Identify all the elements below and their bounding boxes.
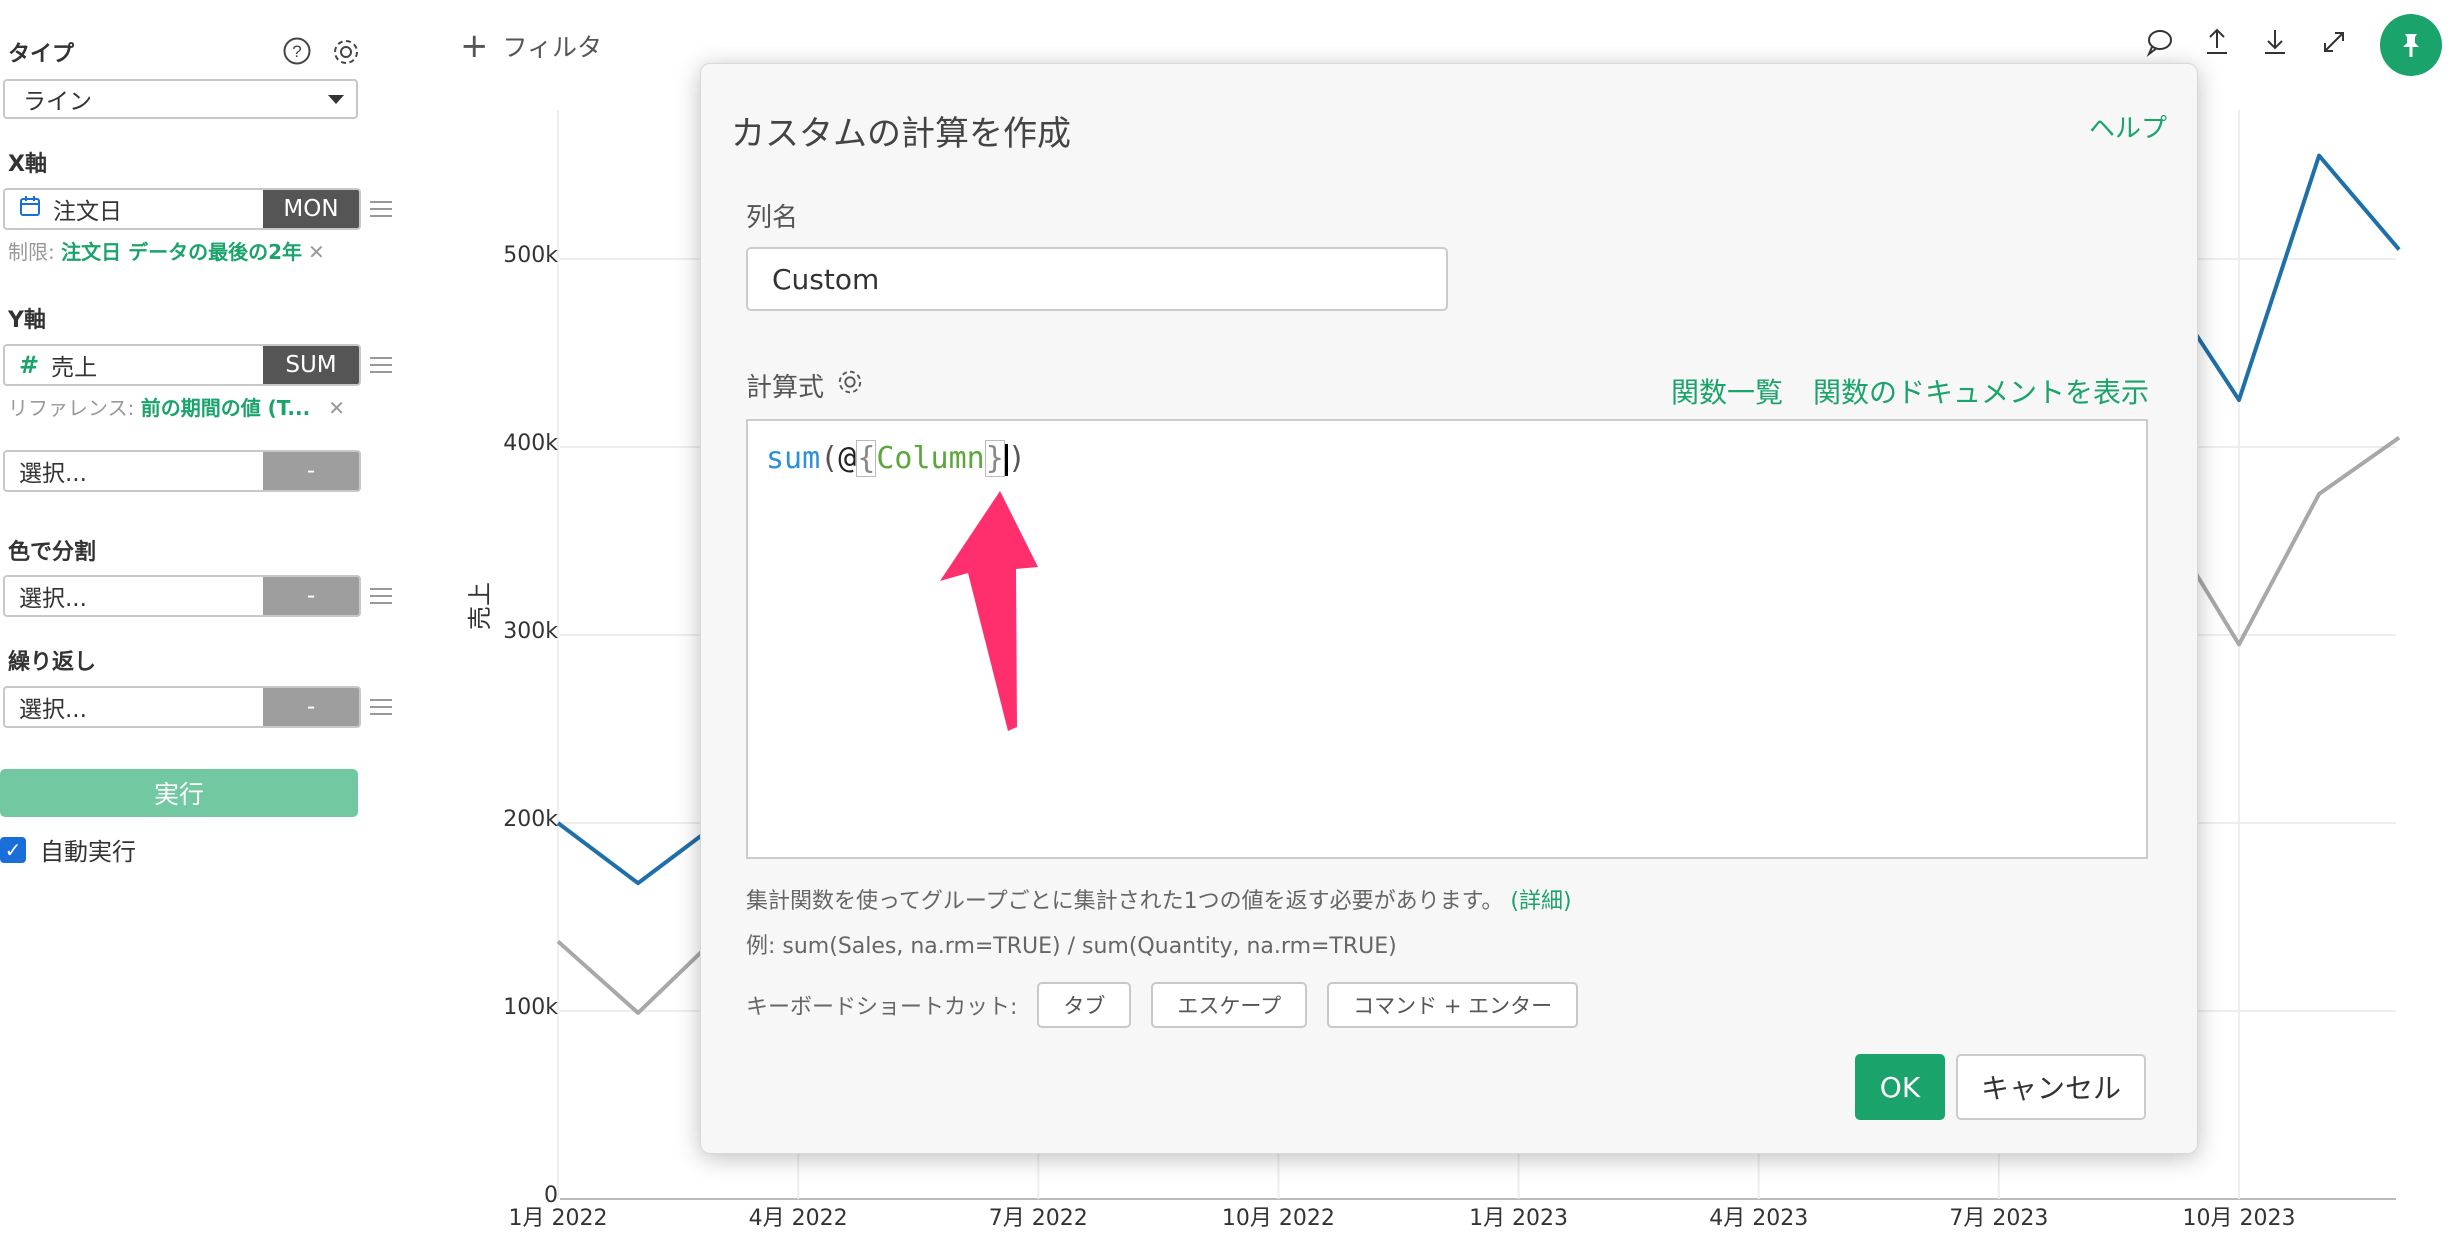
code-right-brace: }: [984, 440, 1005, 477]
x-tick-label: 4月 2022: [748, 1206, 848, 1231]
plus-icon: +: [460, 26, 489, 66]
extra-agg-button[interactable]: -: [263, 452, 359, 490]
close-icon[interactable]: ✕: [328, 396, 345, 420]
formula-label: 計算式: [746, 373, 825, 403]
y-axis-label: Y軸: [8, 308, 46, 333]
color-agg-button[interactable]: -: [263, 577, 359, 615]
pin-icon[interactable]: [2380, 14, 2442, 76]
y-tick-label: 200k: [503, 807, 558, 832]
x-tick-label: 1月 2022: [508, 1206, 608, 1231]
x-tick-label: 7月 2022: [988, 1206, 1088, 1231]
cancel-button[interactable]: キャンセル: [1956, 1054, 2146, 1120]
dialog-title: カスタムの計算を作成: [731, 114, 1071, 154]
x-tick-label: 10月 2022: [1221, 1206, 1335, 1231]
expand-icon[interactable]: [2318, 26, 2352, 60]
arrow-annotation-icon: [940, 491, 1038, 731]
column-name-input[interactable]: Custom: [746, 247, 1448, 311]
svg-text:?: ?: [292, 42, 301, 61]
keyboard-shortcuts: キーボードショートカット: タブ エスケープ コマンド + エンター: [746, 982, 1579, 1028]
shortcut-escape-key: エスケープ: [1151, 982, 1308, 1028]
y-ref-value[interactable]: 前の期間の値 (T...: [141, 396, 311, 420]
y-axis-field[interactable]: # 売上 SUM: [3, 344, 361, 386]
upload-icon[interactable]: [2201, 26, 2235, 60]
code-left-brace: {: [856, 440, 877, 477]
drag-handle-icon[interactable]: [370, 694, 392, 720]
filter-label: フィルタ: [502, 33, 603, 62]
x-tick-label: 4月 2023: [1709, 1206, 1809, 1231]
x-field-name: 注文日: [53, 199, 122, 225]
y-agg-button[interactable]: SUM: [263, 346, 359, 384]
run-button[interactable]: 実行: [0, 769, 358, 817]
code-function: sum: [766, 441, 821, 476]
x-tick-label: 1月 2023: [1469, 1206, 1569, 1231]
x-limit-prefix: 制限:: [8, 240, 62, 264]
color-select-field[interactable]: 選択... -: [3, 575, 361, 617]
shortcut-label: キーボードショートカット:: [746, 995, 1018, 1020]
code-open-paren: (: [820, 441, 839, 476]
chart-type-select[interactable]: ライン: [3, 79, 358, 119]
example-text: 例: sum(Sales, na.rm=TRUE) / sum(Quantity…: [746, 934, 1397, 959]
y-ref-prefix: リファレンス:: [8, 396, 141, 420]
x-tick-label: 7月 2023: [1949, 1206, 2049, 1231]
hint-text: 集計関数を使ってグループごとに集計された1つの値を返す必要があります。 (詳細): [746, 883, 1572, 915]
formula-code[interactable]: sum(@{Column}): [766, 440, 1026, 477]
x-limit[interactable]: 制限: 注文日 データの最後の2年 ✕: [8, 236, 325, 265]
extra-select[interactable]: 選択...: [5, 452, 263, 490]
x-agg-button[interactable]: MON: [263, 190, 359, 228]
auto-run-checkbox[interactable]: ✓: [0, 836, 26, 863]
x-axis-field[interactable]: 注文日 MON: [3, 188, 361, 230]
formula-label-row: 計算式: [746, 367, 864, 404]
y-tick-label: 500k: [503, 243, 558, 268]
drag-handle-icon[interactable]: [370, 352, 392, 378]
function-docs-link[interactable]: 関数のドキュメントを表示: [1813, 371, 2149, 411]
formula-editor[interactable]: sum(@{Column}): [746, 419, 2148, 859]
formula-links: 関数一覧 関数のドキュメントを表示: [1671, 371, 2149, 411]
shortcut-tab-key: タブ: [1037, 982, 1132, 1028]
auto-run-toggle[interactable]: ✓ 自動実行: [0, 832, 136, 867]
repeat-select-field[interactable]: 選択... -: [3, 686, 361, 728]
function-list-link[interactable]: 関数一覧: [1671, 371, 1783, 411]
color-split-label: 色で分割: [8, 540, 97, 565]
x-limit-value[interactable]: 注文日 データの最後の2年: [61, 240, 302, 264]
y-tick-label: 400k: [503, 431, 558, 456]
chevron-down-icon: [328, 95, 344, 104]
repeat-agg-button[interactable]: -: [263, 688, 359, 726]
y-axis-title: 売上: [466, 582, 494, 630]
code-at: @: [838, 441, 857, 476]
help-icon[interactable]: ?: [282, 36, 312, 66]
color-select[interactable]: 選択...: [5, 577, 263, 615]
column-name-label: 列名: [746, 203, 799, 233]
y-reference[interactable]: リファレンス: 前の期間の値 (T... ✕: [8, 392, 345, 421]
close-icon[interactable]: ✕: [308, 240, 325, 264]
x-axis-label: X軸: [8, 152, 47, 177]
help-link[interactable]: ヘルプ: [2089, 108, 2167, 145]
ok-button[interactable]: OK: [1855, 1054, 1945, 1120]
chart-type-value: ライン: [23, 89, 92, 115]
comment-icon[interactable]: [2144, 26, 2178, 60]
y-field-name: 売上: [51, 355, 98, 381]
x-tick-label: 10月 2023: [2182, 1206, 2296, 1231]
auto-run-label: 自動実行: [40, 838, 136, 866]
drag-handle-icon[interactable]: [370, 196, 392, 222]
settings-gear-icon[interactable]: [330, 36, 362, 68]
type-label: タイプ: [8, 42, 75, 67]
number-hash-icon: #: [19, 351, 40, 379]
custom-calculation-dialog: カスタムの計算を作成 ヘルプ 列名 Custom 計算式 関数一覧 関数のドキュ…: [700, 63, 2198, 1154]
repeat-select[interactable]: 選択...: [5, 688, 263, 726]
extra-select-field[interactable]: 選択... -: [3, 450, 361, 492]
download-icon[interactable]: [2259, 26, 2293, 60]
hint-message: 集計関数を使ってグループごとに集計された1つの値を返す必要があります。: [746, 889, 1504, 914]
drag-handle-icon[interactable]: [370, 583, 392, 609]
gear-icon[interactable]: [836, 368, 864, 403]
shortcut-cmd-enter-key: コマンド + エンター: [1327, 982, 1579, 1028]
repeat-label: 繰り返し: [8, 650, 97, 675]
code-close-paren: ): [1007, 441, 1026, 476]
code-column: Column: [876, 441, 985, 476]
y-tick-label: 100k: [503, 995, 558, 1020]
calendar-icon: [19, 195, 41, 223]
filter-button[interactable]: + フィルタ: [460, 28, 602, 64]
details-link[interactable]: (詳細): [1510, 889, 1571, 914]
